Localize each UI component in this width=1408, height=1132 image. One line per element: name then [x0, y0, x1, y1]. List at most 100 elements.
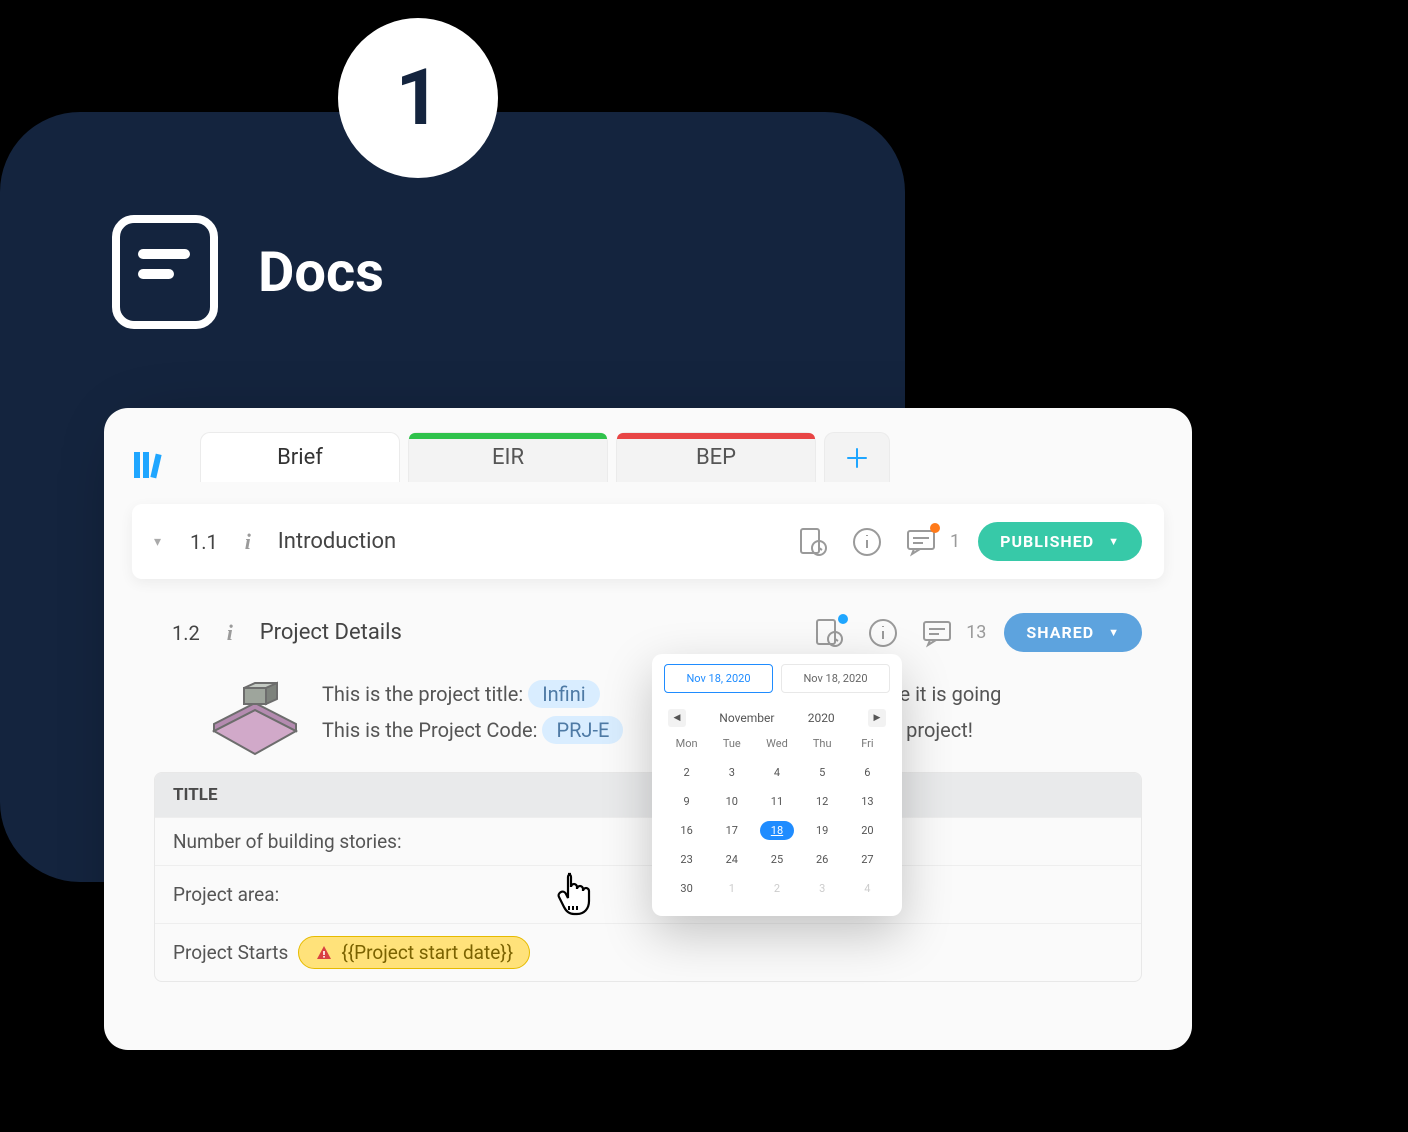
calendar-year[interactable]: 2020: [808, 711, 835, 725]
section-project-details: 1.2 i Project Details 13 SHARED ▼: [132, 595, 1164, 1002]
calendar-day[interactable]: 2: [754, 877, 799, 900]
info-italic-icon[interactable]: i: [218, 621, 242, 645]
calendar-day[interactable]: 26: [800, 848, 845, 871]
warning-icon: [315, 944, 333, 962]
row-label: Project Starts: [173, 941, 288, 964]
caret-down-icon: ▼: [1108, 535, 1120, 548]
library-icon[interactable]: [132, 446, 182, 482]
info-italic-icon[interactable]: i: [236, 530, 260, 554]
notification-dot: [930, 523, 940, 533]
page-title: Docs: [258, 239, 384, 305]
calendar-day[interactable]: 4: [754, 761, 799, 784]
comment-count: 13: [966, 622, 986, 643]
tab-stripe: [409, 433, 607, 439]
calendar-day-selected[interactable]: 18: [754, 819, 799, 842]
history-icon[interactable]: [812, 616, 846, 650]
section-title: Introduction: [278, 529, 778, 554]
next-month-button[interactable]: ▶: [868, 709, 886, 727]
section-number: 1.1: [190, 530, 218, 554]
calendar-day[interactable]: 30: [664, 877, 709, 900]
dow-label: Fri: [845, 737, 890, 750]
tab-label: Brief: [277, 445, 323, 470]
tab-eir[interactable]: EIR: [408, 432, 608, 482]
table-row: Number of building stories: rs: [155, 817, 1141, 865]
calendar-day[interactable]: 2: [664, 761, 709, 784]
calendar-grid: Mon Tue Wed Thu Fri 2 3 4 5 6 9 10 11 12…: [664, 737, 890, 900]
status-label: PUBLISHED: [1000, 532, 1094, 551]
calendar-day[interactable]: 27: [845, 848, 890, 871]
calendar-day[interactable]: 1: [709, 877, 754, 900]
tabs-row: Brief EIR BEP: [132, 432, 1164, 482]
calendar-day[interactable]: 3: [800, 877, 845, 900]
comment-count: 1: [950, 531, 960, 552]
calendar-day[interactable]: 25: [754, 848, 799, 871]
properties-table: TITLE E Number of building stories: rs P…: [154, 772, 1142, 982]
calendar-day[interactable]: 13: [845, 790, 890, 813]
action-icons: 13: [812, 616, 986, 650]
step-number: 1: [396, 53, 441, 144]
calendar-day[interactable]: 12: [800, 790, 845, 813]
tab-brief[interactable]: Brief: [200, 432, 400, 482]
row-label: Project area:: [173, 883, 279, 906]
calendar-day[interactable]: 4: [845, 877, 890, 900]
comment-icon[interactable]: [920, 616, 954, 650]
row-label: Number of building stories:: [173, 830, 402, 853]
calendar-day[interactable]: 10: [709, 790, 754, 813]
section-title: Project Details: [260, 620, 794, 645]
project-title-chip[interactable]: Infini: [528, 680, 599, 708]
project-code-label: This is the Project Code:: [322, 718, 538, 742]
calendar-day[interactable]: 3: [709, 761, 754, 784]
section-body: This is the project title: Infini ct bec…: [132, 670, 1164, 1002]
action-icons: 1: [796, 525, 960, 559]
calendar-day[interactable]: 9: [664, 790, 709, 813]
info-icon[interactable]: [850, 525, 884, 559]
step-badge: 1: [338, 18, 498, 178]
calendar-day[interactable]: 20: [845, 819, 890, 842]
table-row: Project Starts {{Project start date}}: [155, 923, 1141, 981]
calendar-day[interactable]: 23: [664, 848, 709, 871]
calendar-day[interactable]: 19: [800, 819, 845, 842]
project-title-label: This is the project title:: [322, 682, 523, 706]
calendar-day[interactable]: 6: [845, 761, 890, 784]
calendar-day[interactable]: 11: [754, 790, 799, 813]
project-model-icon: [208, 676, 302, 756]
tab-label: EIR: [492, 445, 524, 470]
docs-header: Docs: [112, 215, 384, 329]
calendar-day[interactable]: 24: [709, 848, 754, 871]
status-label: SHARED: [1026, 623, 1094, 642]
prev-month-button[interactable]: ◀: [668, 709, 686, 727]
calendar-day[interactable]: 17: [709, 819, 754, 842]
date-range-end[interactable]: Nov 18, 2020: [781, 664, 890, 693]
date-range-start[interactable]: Nov 18, 2020: [664, 664, 773, 693]
calendar-month[interactable]: November: [719, 711, 774, 725]
dow-label: Mon: [664, 737, 709, 750]
calendar-day[interactable]: 16: [664, 819, 709, 842]
table-header: TITLE E: [155, 773, 1141, 817]
placeholder-chip[interactable]: {{Project start date}}: [298, 936, 530, 969]
table-row: Project area: oject area}}: [155, 865, 1141, 923]
chip-text: {{Project start date}}: [341, 941, 513, 964]
tab-bep[interactable]: BEP: [616, 432, 816, 482]
caret-down-icon: ▼: [1108, 626, 1120, 639]
docs-icon: [112, 215, 218, 329]
section-header[interactable]: 1.2 i Project Details 13 SHARED ▼: [132, 595, 1164, 670]
calendar-day[interactable]: 5: [800, 761, 845, 784]
section-header[interactable]: ▾ 1.1 i Introduction 1 PUBLISHED ▼: [132, 504, 1164, 579]
status-dropdown[interactable]: SHARED ▼: [1004, 613, 1142, 652]
project-code-chip[interactable]: PRJ-E: [542, 716, 623, 744]
tab-label: BEP: [696, 445, 736, 470]
tab-add-button[interactable]: [824, 432, 890, 482]
section-introduction: ▾ 1.1 i Introduction 1 PUBLISHED ▼: [132, 504, 1164, 579]
tab-stripe: [617, 433, 815, 439]
cursor-pointer-icon: [554, 870, 594, 920]
app-card: Brief EIR BEP ▾ 1.1 i Introduction: [104, 408, 1192, 1050]
history-icon[interactable]: [796, 525, 830, 559]
date-picker[interactable]: Nov 18, 2020 Nov 18, 2020 ◀ November 202…: [652, 654, 902, 916]
dow-label: Tue: [709, 737, 754, 750]
info-icon[interactable]: [866, 616, 900, 650]
comment-icon[interactable]: [904, 525, 938, 559]
dow-label: Thu: [800, 737, 845, 750]
project-trail: project!: [906, 718, 973, 742]
chevron-down-icon[interactable]: ▾: [154, 534, 172, 550]
status-dropdown[interactable]: PUBLISHED ▼: [978, 522, 1142, 561]
